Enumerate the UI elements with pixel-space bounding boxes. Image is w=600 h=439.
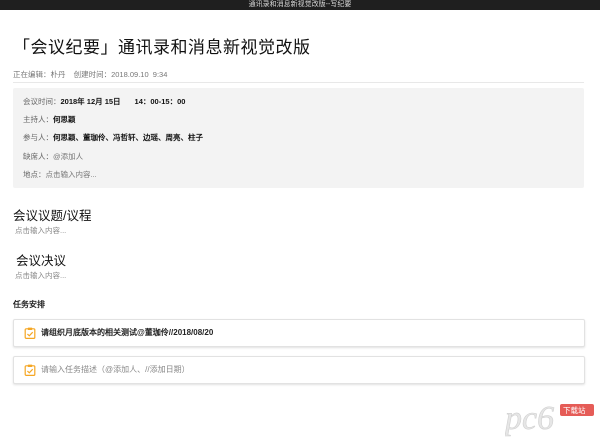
meeting-time-label: 会议时间： [23, 97, 61, 106]
task-text[interactable]: 请组织月底版本的相关测试@董珈伶//2018/08/20 [41, 320, 213, 346]
participants-value[interactable]: 何思颖、董珈伶、冯哲轩、边瑶、周亮、柱子 [53, 133, 203, 142]
participants-label: 参与人： [23, 133, 53, 142]
editor-label: 正在编辑： [13, 70, 51, 79]
task-item[interactable]: 请组织月底版本的相关测试@董珈伶//2018/08/20 [13, 319, 585, 347]
host-value[interactable]: 何思颖 [53, 115, 76, 124]
created-label: 创建时间： [73, 70, 112, 79]
meeting-time-range[interactable]: 14：00-15：00 [135, 97, 186, 106]
document-meta: 正在编辑：朴丹 创建时间：2018.09.10 9:34 [13, 69, 173, 80]
meeting-date[interactable]: 2018年 12月 15日 [61, 97, 121, 106]
new-task-input[interactable]: 请输入任务描述（@添加人、//添加日期） [41, 357, 190, 383]
agenda-input[interactable]: 点击输入内容... [15, 225, 66, 236]
host-label: 主持人： [23, 115, 53, 124]
tasks-heading: 任务安排 [13, 300, 45, 309]
resolution-input[interactable]: 点击输入内容... [15, 270, 66, 281]
place-label: 地点： [23, 170, 46, 179]
created-value: 2018.09.10 9:34 [111, 70, 168, 79]
window-title-bar: 通讯录和消息新视觉改版--写纪要 [0, 0, 600, 10]
svg-text:pc6: pc6 [505, 400, 554, 437]
place-row[interactable]: 地点：点击输入内容... [23, 169, 97, 180]
window-title: 通讯录和消息新视觉改版--写纪要 [248, 1, 352, 8]
clipboard-check-icon[interactable] [24, 327, 36, 339]
host-row[interactable]: 主持人：何思颖 [23, 114, 76, 125]
editor-name: 朴丹 [50, 70, 66, 79]
meeting-time-row[interactable]: 会议时间：2018年 12月 15日 14：00-15：00 [23, 96, 185, 107]
title-divider [13, 82, 584, 83]
document-title[interactable]: 「会议纪要」通讯录和消息新视觉改版 [13, 33, 311, 58]
new-task-item[interactable]: 请输入任务描述（@添加人、//添加日期） [13, 356, 585, 384]
absent-row[interactable]: 缺席人：@添加人 [23, 151, 83, 162]
agenda-heading: 会议议题/议程 [13, 209, 92, 223]
add-absent-person-link[interactable]: @添加人 [53, 152, 83, 161]
pc6-watermark-logo: pc6 下载站 [505, 400, 594, 437]
absent-label: 缺席人： [23, 152, 53, 161]
place-input[interactable]: 点击输入内容... [46, 170, 97, 179]
meeting-info-panel: 会议时间：2018年 12月 15日 14：00-15：00 主持人：何思颖 参与… [13, 88, 584, 188]
resolution-heading: 会议决议 [16, 254, 67, 268]
participants-row[interactable]: 参与人：何思颖、董珈伶、冯哲轩、边瑶、周亮、柱子 [23, 132, 203, 143]
svg-text:下载站: 下载站 [563, 405, 586, 415]
clipboard-check-icon [24, 364, 36, 376]
